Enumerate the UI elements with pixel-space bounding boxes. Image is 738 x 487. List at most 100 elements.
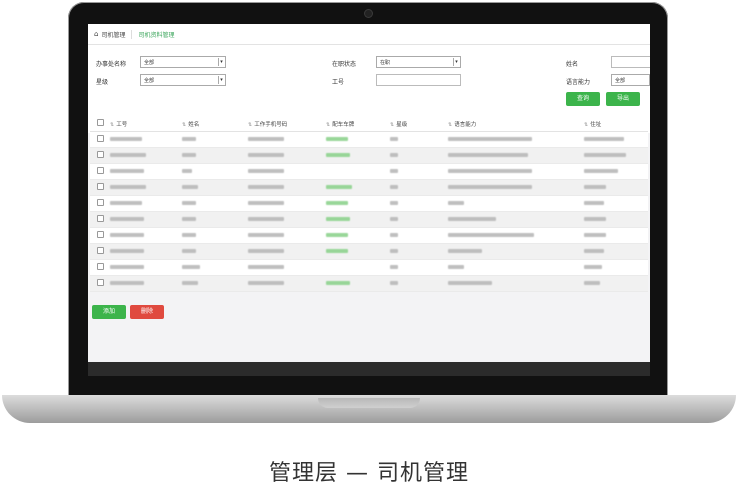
redacted-cell: [326, 185, 352, 189]
row-checkbox[interactable]: [97, 231, 104, 238]
redacted-cell: [448, 137, 532, 141]
delete-button[interactable]: 删除: [130, 305, 164, 319]
redacted-cell: [448, 233, 534, 237]
redacted-cell: [390, 169, 398, 173]
sort-icon: ⇅: [110, 121, 115, 128]
redacted-cell: [248, 265, 284, 269]
breadcrumb: ⌂ 司机管理 司机资料管理: [88, 24, 650, 45]
col-header-name[interactable]: ⇅ 姓名: [182, 116, 248, 132]
level-select[interactable]: 全部 ▾: [140, 74, 226, 86]
app-screen: ⌂ 司机管理 司机资料管理 办事处名称 全部 ▾ 星级 全部 ▾ 在职状态 在职…: [88, 24, 650, 376]
table-row[interactable]: [90, 179, 648, 196]
redacted-cell: [182, 265, 200, 269]
table-row[interactable]: [90, 275, 648, 292]
row-checkbox[interactable]: [97, 247, 104, 254]
redacted-cell: [326, 201, 348, 205]
redacted-cell: [584, 185, 606, 189]
col-header-plate[interactable]: ⇅ 配车车牌: [326, 116, 390, 132]
redacted-cell: [182, 201, 196, 205]
query-button[interactable]: 查询: [566, 92, 600, 106]
redacted-cell: [182, 233, 196, 237]
office-select-value: 全部: [144, 60, 155, 66]
status-select[interactable]: 在职 ▾: [376, 56, 461, 68]
row-checkbox[interactable]: [97, 263, 104, 270]
table-row[interactable]: [90, 131, 648, 148]
table-row[interactable]: [90, 147, 648, 164]
table-row[interactable]: [90, 259, 648, 276]
row-checkbox[interactable]: [97, 279, 104, 286]
redacted-cell: [182, 153, 196, 157]
redacted-cell: [110, 185, 146, 189]
redacted-cell: [110, 217, 144, 221]
redacted-cell: [110, 265, 144, 269]
row-checkbox[interactable]: [97, 167, 104, 174]
redacted-cell: [110, 281, 144, 285]
col-header-id[interactable]: ⇅ 工号: [110, 116, 182, 132]
breadcrumb-home[interactable]: 司机管理: [101, 30, 125, 39]
add-button[interactable]: 添加: [92, 305, 126, 319]
office-label: 办事处名称: [96, 61, 127, 68]
redacted-cell: [448, 169, 532, 173]
table-body: [90, 131, 648, 292]
redacted-cell: [584, 169, 618, 173]
redacted-cell: [326, 281, 350, 285]
col-header-phone[interactable]: ⇅ 工作手机号码: [248, 116, 326, 132]
redacted-cell: [584, 249, 604, 253]
redacted-cell: [448, 281, 492, 285]
col-header-level[interactable]: ⇅ 星级: [390, 116, 448, 132]
id-label: 工号: [332, 79, 345, 86]
redacted-cell: [248, 217, 284, 221]
redacted-cell: [248, 281, 284, 285]
redacted-cell: [110, 201, 142, 205]
redacted-cell: [248, 201, 284, 205]
col-header-language[interactable]: ⇅ 语言能力: [448, 116, 584, 132]
home-icon[interactable]: ⌂: [94, 30, 98, 38]
redacted-cell: [584, 137, 624, 141]
name-label: 姓名: [566, 61, 579, 68]
table-row[interactable]: [90, 227, 648, 244]
redacted-cell: [584, 281, 600, 285]
redacted-cell: [110, 233, 144, 237]
row-checkbox[interactable]: [97, 183, 104, 190]
laptop-notch: [318, 398, 420, 408]
redacted-cell: [584, 233, 606, 237]
camera-icon: [365, 10, 372, 17]
language-label: 语言能力: [566, 79, 591, 86]
sort-icon: ⇅: [390, 121, 395, 128]
name-input[interactable]: [611, 56, 650, 68]
redacted-cell: [110, 249, 144, 253]
language-select[interactable]: 全部: [611, 74, 650, 86]
row-checkbox[interactable]: [97, 215, 104, 222]
redacted-cell: [390, 185, 398, 189]
table-row[interactable]: [90, 195, 648, 212]
sort-icon: ⇅: [584, 121, 589, 128]
row-checkbox[interactable]: [97, 199, 104, 206]
breadcrumb-current[interactable]: 司机资料管理: [131, 29, 174, 39]
select-all-checkbox[interactable]: [97, 119, 104, 126]
office-select[interactable]: 全部 ▾: [140, 56, 226, 68]
redacted-cell: [182, 249, 196, 253]
status-label: 在职状态: [332, 61, 357, 68]
redacted-cell: [390, 137, 398, 141]
row-checkbox[interactable]: [97, 151, 104, 158]
id-input[interactable]: [376, 74, 461, 86]
table-row[interactable]: [90, 243, 648, 260]
redacted-cell: [248, 153, 284, 157]
redacted-cell: [326, 137, 348, 141]
redacted-cell: [448, 185, 532, 189]
level-label: 星级: [96, 79, 109, 86]
redacted-cell: [390, 281, 398, 285]
redacted-cell: [182, 217, 196, 221]
redacted-cell: [448, 249, 482, 253]
redacted-cell: [182, 137, 196, 141]
redacted-cell: [448, 201, 464, 205]
language-select-value: 全部: [615, 78, 626, 84]
export-button[interactable]: 导出: [606, 92, 640, 106]
row-checkbox[interactable]: [97, 135, 104, 142]
redacted-cell: [390, 265, 398, 269]
table-row[interactable]: [90, 163, 648, 180]
redacted-cell: [390, 201, 398, 205]
table-row[interactable]: [90, 211, 648, 228]
status-select-value: 在职: [380, 60, 391, 66]
col-header-address[interactable]: ⇅ 住址: [584, 116, 648, 132]
